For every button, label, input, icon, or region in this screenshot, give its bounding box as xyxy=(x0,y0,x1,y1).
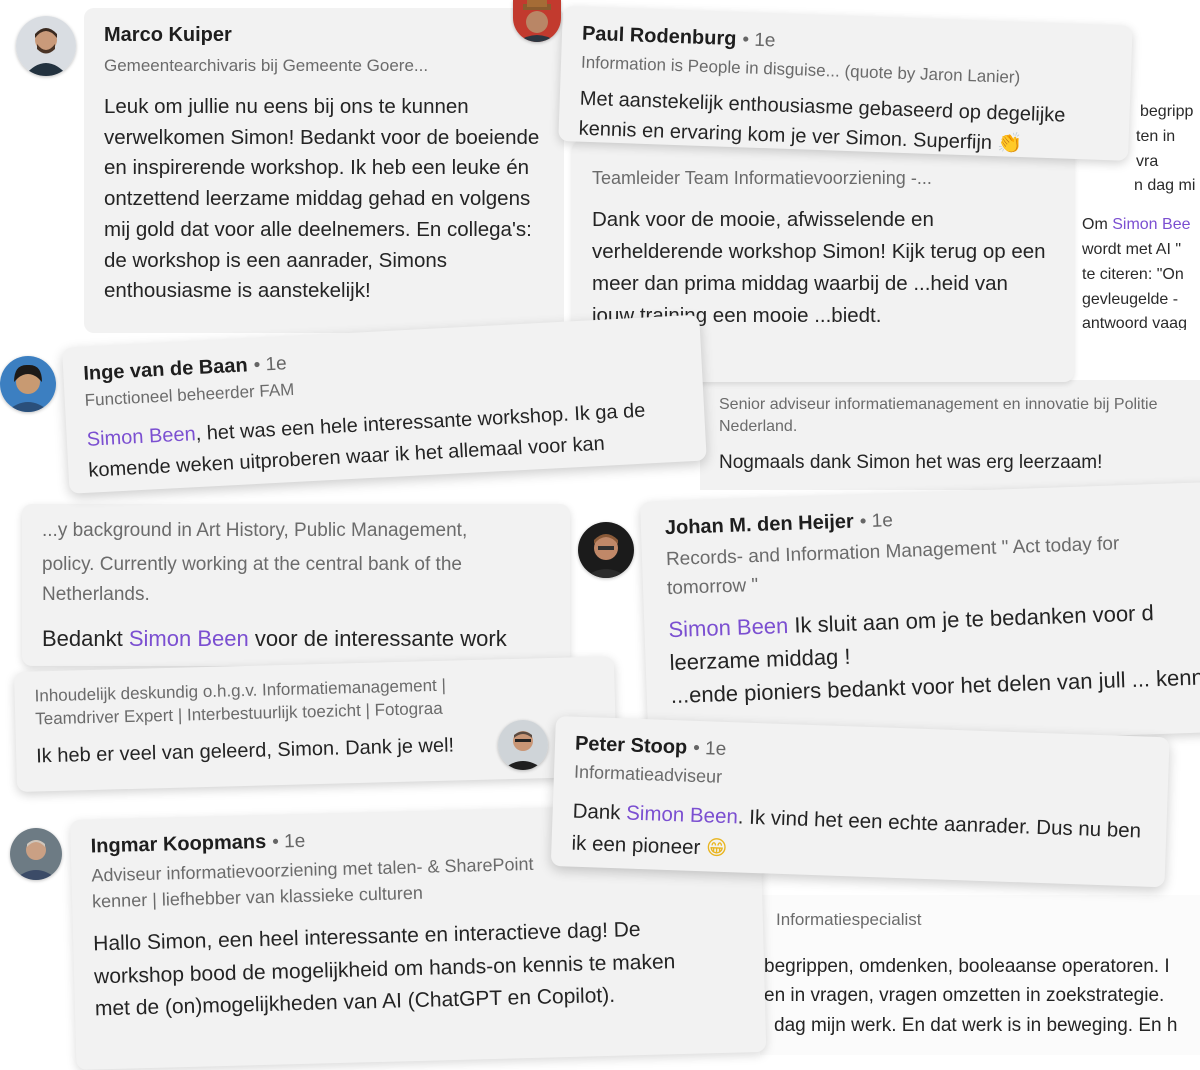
comment-text-prefix: Dank xyxy=(572,799,627,825)
comment-text: Simon Been, het was een hele interessant… xyxy=(86,393,688,494)
mention-link[interactable]: Simon Been xyxy=(129,626,249,651)
commenter-name[interactable]: Paul Rodenburg xyxy=(582,23,737,50)
commenter-headline: Gemeentearchivaris bij Gemeente Goere... xyxy=(104,56,429,75)
commenter-headline: Inhoudelijk deskundig o.h.g.v. Informati… xyxy=(34,675,447,729)
clapping-hands-icon: 👏 xyxy=(997,130,1023,156)
comment-text: Dank Simon Been. Ik vind het een echte a… xyxy=(571,796,1147,880)
avatar[interactable] xyxy=(498,720,548,770)
commenter-headline: Senior adviseur informatiemanagement en … xyxy=(719,396,1158,435)
commenter-name[interactable]: Marco Kuiper xyxy=(104,24,232,46)
comment-line: en in vragen, vragen omzetten in zoekstr… xyxy=(764,985,1165,1007)
connection-degree: • 1e xyxy=(692,737,727,760)
avatar[interactable] xyxy=(0,356,56,412)
mention-link[interactable]: Simon Been xyxy=(626,802,738,829)
comment-senior: Senior adviseur informatiemanagement en … xyxy=(700,380,1200,490)
comment-marco: Marco Kuiper Gemeentearchivaris bij Geme… xyxy=(84,8,564,333)
comment-johan: Johan M. den Heijer • 1e Records- and Inf… xyxy=(640,481,1200,752)
commenter-name[interactable]: Peter Stoop xyxy=(575,733,688,759)
mention-link[interactable]: Simon Been xyxy=(668,613,789,642)
commenter-name[interactable]: Inge van de Baan xyxy=(83,354,248,385)
comment-text: Leuk om jullie nu eens bij ons te kunnen… xyxy=(104,94,540,303)
commenter-headline: Adviseur informatievoorziening met talen… xyxy=(91,853,534,912)
comment-text: Bedankt Simon Been voor de interessante … xyxy=(42,622,550,655)
fragment-mention-line: Om Simon Bee xyxy=(1082,213,1200,238)
comment-inge: Inge van de Baan • 1e Functioneel beheerd… xyxy=(62,314,707,494)
avatar[interactable] xyxy=(578,522,634,578)
commenter-headline: Informatiespecialist xyxy=(776,910,922,929)
commenter-headline: Records- and Information Management " Ac… xyxy=(665,533,1120,599)
avatar[interactable] xyxy=(16,16,76,76)
mention-link[interactable]: Simon Been xyxy=(86,423,196,451)
comment-text: Nogmaals dank Simon het was erg leerzaam… xyxy=(719,452,1103,474)
connection-degree: • 1e xyxy=(271,830,306,853)
avatar[interactable] xyxy=(10,828,62,880)
comment-paul: Paul Rodenburg • 1e Information is People… xyxy=(558,6,1133,161)
fragment-prefix: Om xyxy=(1082,216,1113,234)
comment-line: dag mijn werk. En dat werk is in bewegin… xyxy=(774,1014,1178,1036)
connection-degree: • 1e xyxy=(859,510,894,533)
fragment-line: te citeren: "On xyxy=(1082,265,1184,283)
mention-link[interactable]: Simon Bee xyxy=(1112,216,1190,233)
commenter-headline: policy. Currently working at the central… xyxy=(42,553,462,606)
comment-line: begrippen, omdenken, booleaanse operator… xyxy=(764,955,1170,977)
comment-peter: Peter Stoop • 1e Informatieadviseur Dank … xyxy=(550,716,1170,888)
comment-background: ...y background in Art History, Public M… xyxy=(22,504,570,666)
comment-text-main: Met aanstekelijk enthousiasme gebaseerd … xyxy=(578,87,1066,154)
comment-text-prefix: Bedankt xyxy=(42,626,129,652)
comment-text: begrippen, omdenken, booleaanse operator… xyxy=(764,952,1200,1040)
comment-text: Simon Been Ik sluit aan om je te bedanke… xyxy=(668,594,1200,712)
commenter-headline: Teamleider Team Informatievoorziening -.… xyxy=(592,168,932,188)
commenter-name[interactable]: Ingmar Koopmans xyxy=(90,831,266,858)
commenter-headline-top: ...y background in Art History, Public M… xyxy=(42,520,468,541)
commenter-name[interactable]: Johan M. den Heijer xyxy=(665,511,855,540)
comment-text: Dank voor de mooie, afwisselende en verh… xyxy=(592,208,1046,327)
comment-informatiespecialist: Informatiespecialist begrippen, omdenken… xyxy=(760,895,1200,1055)
fragment-line: wordt met AI " xyxy=(1082,240,1182,258)
fragment-line: antwoord vaag xyxy=(1082,315,1187,330)
connection-degree: • 1e xyxy=(253,353,288,376)
grinning-face-icon: 😁 xyxy=(705,835,728,861)
fragment-line: n dag mi xyxy=(1134,177,1196,195)
comment-text-suffix: voor de interessante work xyxy=(248,626,507,652)
comment-text: Hallo Simon, een heel interessante en in… xyxy=(92,918,676,1021)
fragment-line: gevleugelde - xyxy=(1082,290,1179,308)
connection-degree: • 1e xyxy=(742,29,776,52)
comment-text-main: , het was een hele interessante workshop… xyxy=(87,399,646,494)
